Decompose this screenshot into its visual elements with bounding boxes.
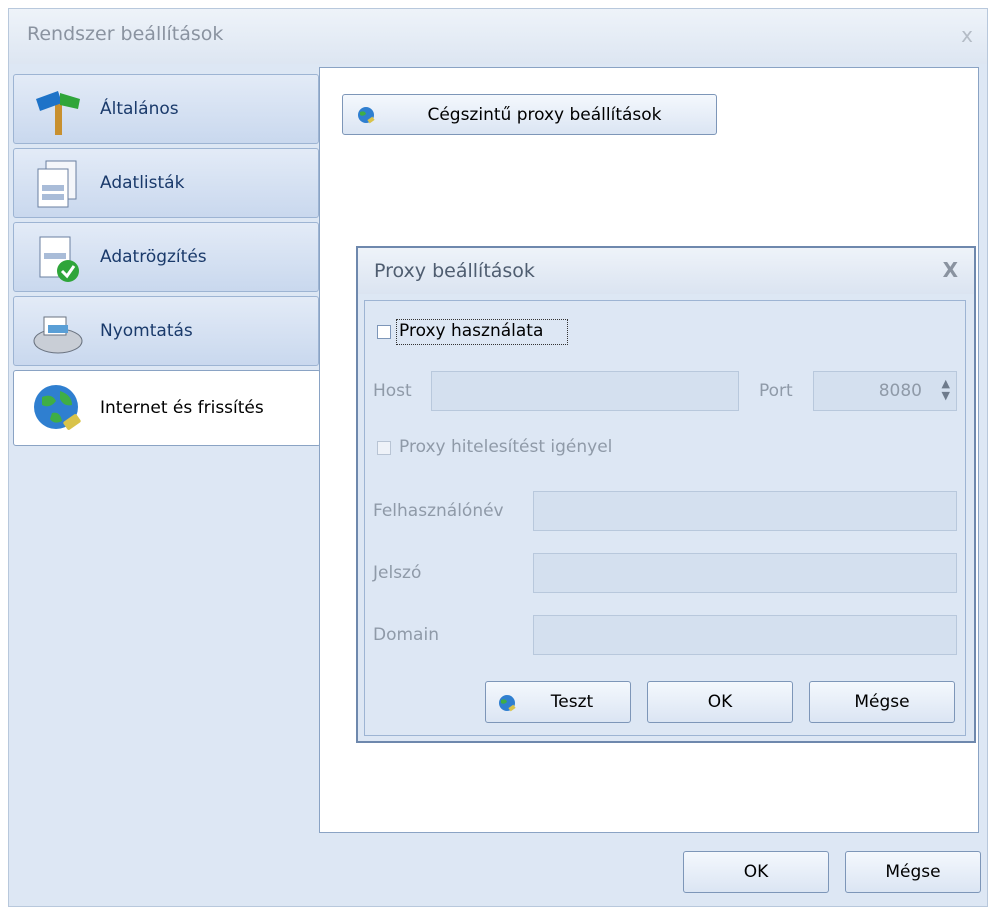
printer-icon [33,316,83,354]
dialog-ok-button[interactable]: OK [647,681,793,723]
spinner-arrows-icon[interactable]: ▲ ▼ [942,378,950,402]
ok-label: OK [743,862,769,882]
dialog-ok-label: OK [707,692,733,712]
username-label: Felhasználónév [373,501,504,521]
port-label: Port [759,381,793,401]
use-proxy-checkbox[interactable] [377,325,391,339]
dialog-titlebar[interactable]: Proxy beállítások X [358,248,974,294]
test-button[interactable]: Teszt [485,681,631,723]
corporate-proxy-settings-label: Cégszintű proxy beállítások [427,104,662,125]
dialog-close-icon[interactable]: X [943,258,958,282]
sidebar-item-label: Internet és frissítés [100,398,264,418]
proxy-auth-checkbox[interactable] [377,441,391,455]
use-proxy-label[interactable]: Proxy használata [399,321,543,341]
domain-label: Domain [373,625,439,645]
documents-icon [37,160,77,208]
sidebar-item-data-entry[interactable]: Adatrögzítés [13,222,319,292]
proxy-settings-dialog: Proxy beállítások X Proxy használata Hos… [356,246,976,743]
dialog-cancel-button[interactable]: Mégse [809,681,955,723]
username-input[interactable] [533,491,957,531]
cancel-button[interactable]: Mégse [845,851,981,893]
host-input[interactable] [431,371,739,411]
signpost-icon [36,91,80,135]
dialog-cancel-label: Mégse [854,692,910,712]
port-spinner[interactable]: 8080 ▲ ▼ [813,371,957,411]
cancel-label: Mégse [885,862,941,882]
password-input[interactable] [533,553,957,593]
document-check-icon [39,236,79,282]
settings-window: Rendszer beállítások x Általános Adatlis… [8,8,988,907]
domain-input[interactable] [533,615,957,655]
sidebar-item-label: Adatrögzítés [100,247,207,267]
proxy-auth-label: Proxy hitelesítést igényel [399,437,613,457]
window-close-icon[interactable]: x [961,23,973,47]
sidebar-item-label: Általános [100,99,179,119]
sidebar-item-printing[interactable]: Nyomtatás [13,296,319,366]
globe-plug-icon [34,385,81,430]
settings-content-panel: Cégszintű proxy beállítások Proxy beállí… [319,67,979,833]
sidebar-item-label: Nyomtatás [100,321,193,341]
password-label: Jelszó [373,563,422,583]
dialog-title: Proxy beállítások [374,260,535,282]
sidebar-item-data-lists[interactable]: Adatlisták [13,148,319,218]
window-title: Rendszer beállítások [27,23,224,45]
ok-button[interactable]: OK [683,851,829,893]
window-titlebar[interactable]: Rendszer beállítások x [9,9,987,64]
sidebar-item-internet-updates[interactable]: Internet és frissítés [13,370,321,446]
port-value: 8080 [878,381,922,401]
corporate-proxy-settings-button[interactable]: Cégszintű proxy beállítások [342,94,717,135]
test-button-label: Teszt [550,692,594,712]
sidebar-item-label: Adatlisták [100,173,185,193]
sidebar-item-general[interactable]: Általános [13,74,319,144]
dialog-body: Proxy használata Host Port 8080 ▲ ▼ Proxy… [364,300,966,736]
host-label: Host [373,381,412,401]
